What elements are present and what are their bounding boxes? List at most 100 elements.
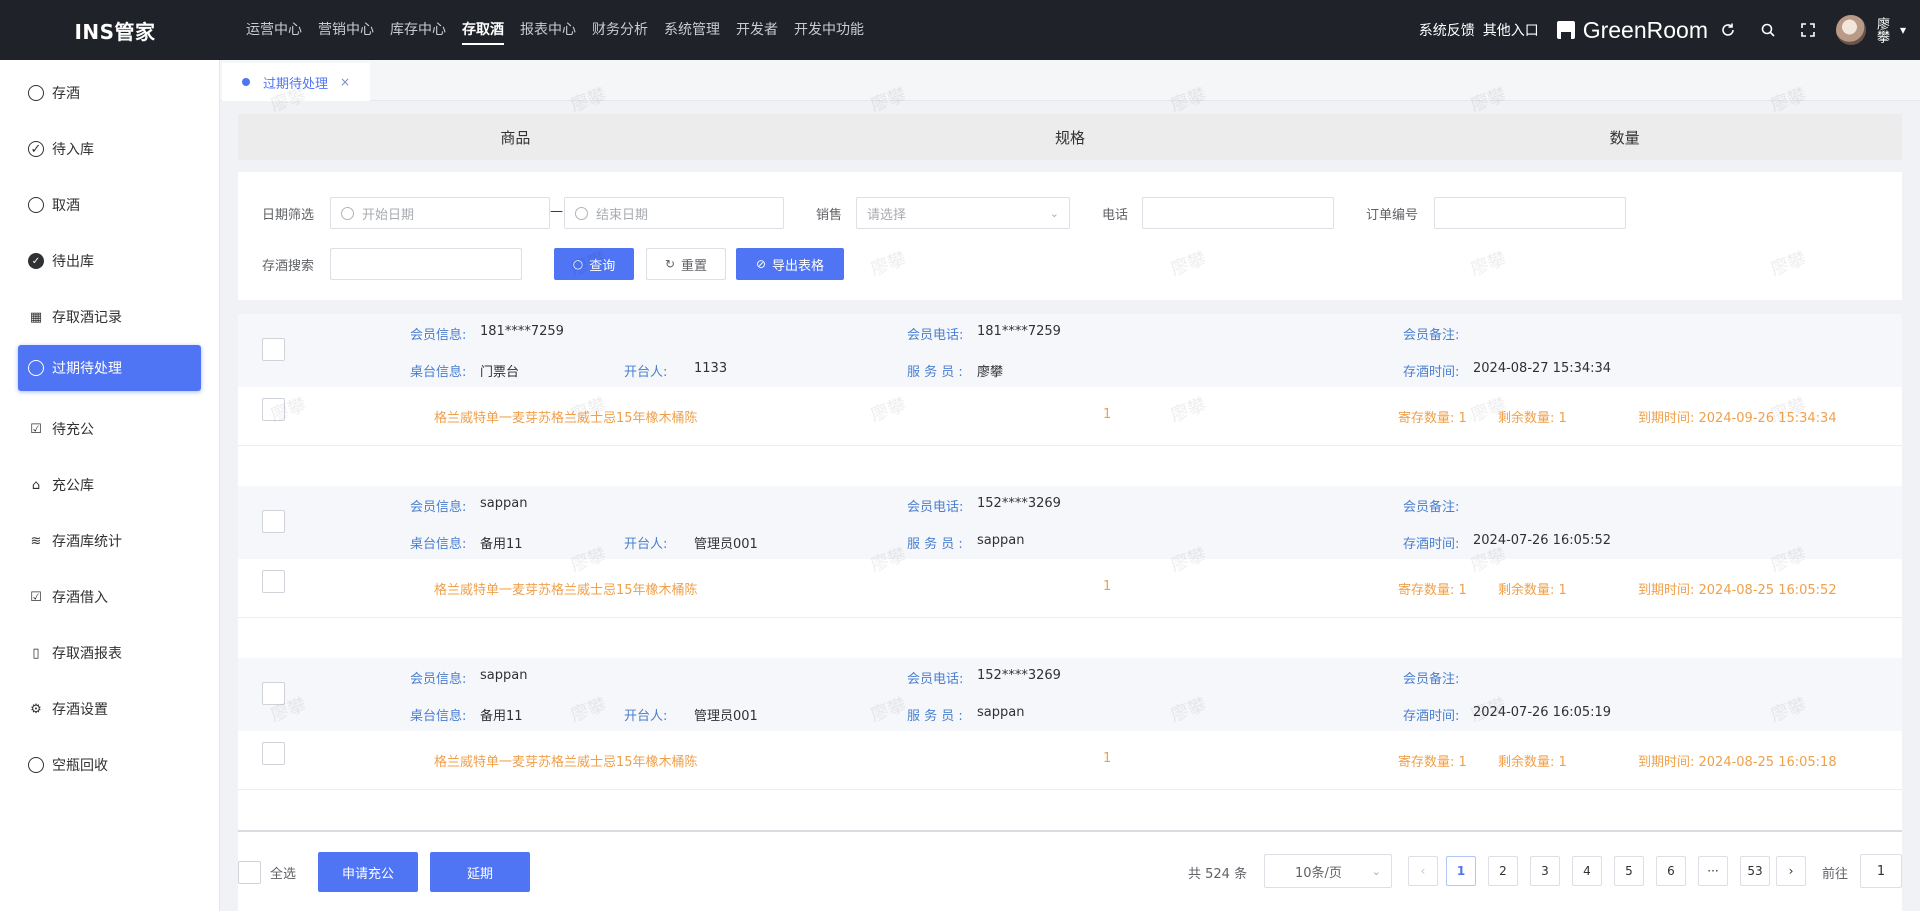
sidebar-item-take-wine[interactable]: 取酒 <box>18 182 201 228</box>
member-note-label: 会员备注: <box>1403 328 1460 343</box>
goto-page-input[interactable]: 1 <box>1860 854 1902 888</box>
sidebar-item-report[interactable]: ▯ 存取酒报表 <box>18 630 201 676</box>
nav-marketing[interactable]: 营销中心 <box>318 15 374 45</box>
product-name: 格兰威特单一麦芽苏格兰威士忌15年橡木桶陈 <box>434 411 698 426</box>
other-entry-link[interactable]: 其他入口 <box>1483 20 1539 40</box>
item-checkbox[interactable] <box>262 570 285 593</box>
expire-time: 到期时间: 2024-09-26 15:34:34 <box>1638 407 1837 426</box>
order-checkbox[interactable] <box>262 338 285 361</box>
expire-time: 到期时间: 2024-08-25 16:05:18 <box>1638 751 1837 770</box>
sidebar: 存酒 ✓ 待入库 取酒 ✓ 待出库 ▦ 存取酒记录 过期待处理 ☑ 待充公 ⌂ … <box>0 60 220 911</box>
sidebar-item-confiscated[interactable]: ⌂ 充公库 <box>18 462 201 508</box>
close-icon[interactable]: × <box>340 75 350 89</box>
table-info-label: 桌台信息: <box>410 365 467 380</box>
nav-developer[interactable]: 开发者 <box>736 15 778 45</box>
nav-dev-features[interactable]: 开发中功能 <box>794 15 864 45</box>
tab-active-dot <box>242 78 250 86</box>
phone-input[interactable] <box>1142 197 1334 229</box>
feedback-link[interactable]: 系统反馈 <box>1419 20 1475 40</box>
prev-page-button[interactable]: ‹ <box>1408 856 1438 886</box>
calendar-icon: ▦ <box>29 309 43 325</box>
column-header: 商品 规格 数量 <box>238 114 1902 160</box>
store-quantity: 寄存数量: 1 <box>1398 407 1467 426</box>
start-date-input[interactable]: 开始日期 <box>330 197 550 229</box>
search-icon[interactable] <box>1748 0 1788 60</box>
chevron-down-icon[interactable]: ▾ <box>1900 23 1916 37</box>
item-checkbox[interactable] <box>262 398 285 421</box>
sidebar-item-bottle-recycle[interactable]: 空瓶回收 <box>18 742 201 788</box>
sidebar-item-label: 过期待处理 <box>52 361 122 377</box>
remain-quantity-value: 1 <box>1558 583 1567 598</box>
sidebar-item-settings[interactable]: ⚙ 存酒设置 <box>18 686 201 732</box>
sidebar-item-store-wine[interactable]: 存酒 <box>18 70 201 116</box>
clipboard-check-icon: ☑ <box>30 421 42 437</box>
reset-button[interactable]: ↻ 重置 <box>646 248 726 280</box>
refresh-icon[interactable] <box>1708 0 1748 60</box>
page-53[interactable]: 53 <box>1740 856 1770 886</box>
member-info-label: 会员信息: <box>410 328 467 343</box>
store-switcher[interactable]: GreenRoom <box>1556 16 1708 44</box>
query-button[interactable]: ○ 查询 <box>554 248 634 280</box>
nav-inventory[interactable]: 库存中心 <box>390 15 446 45</box>
tab-expired[interactable]: 过期待处理 × <box>222 63 370 101</box>
page-2[interactable]: 2 <box>1488 856 1518 886</box>
table-info-value: 备用11 <box>480 709 523 724</box>
top-right-actions: 系统反馈 其他入口 GreenRoom 廖攀 ▾ <box>1419 0 1920 60</box>
sidebar-item-statistics[interactable]: ≋ 存酒库统计 <box>18 518 201 564</box>
page-1[interactable]: 1 <box>1446 856 1476 886</box>
order-number-input[interactable] <box>1434 197 1626 229</box>
opener-label: 开台人: <box>624 709 668 724</box>
member-info-label: 会员信息: <box>410 500 467 515</box>
sidebar-item-label: 待充公 <box>52 422 94 438</box>
nav-reports[interactable]: 报表中心 <box>520 15 576 45</box>
sidebar-item-pending-confiscate[interactable]: ☑ 待充公 <box>18 406 201 452</box>
page-5[interactable]: 5 <box>1614 856 1644 886</box>
extend-button[interactable]: 延期 <box>430 852 530 892</box>
page-4[interactable]: 4 <box>1572 856 1602 886</box>
sales-select[interactable]: 请选择 ⌄ <box>856 197 1070 229</box>
opener-label: 开台人: <box>624 365 668 380</box>
table-info-label: 桌台信息: <box>410 537 467 552</box>
home-icon: ⌂ <box>31 477 41 493</box>
sidebar-item-label: 待出库 <box>52 254 94 270</box>
order-checkbox[interactable] <box>262 682 285 705</box>
item-checkbox[interactable] <box>262 742 285 765</box>
nav-wine-storage[interactable]: 存取酒 <box>462 15 504 45</box>
sidebar-item-label: 存酒借入 <box>52 590 108 606</box>
end-date-input[interactable]: 结束日期 <box>564 197 784 229</box>
nav-system[interactable]: 系统管理 <box>664 15 720 45</box>
avatar[interactable] <box>1836 15 1866 45</box>
page-size-select[interactable]: 10条/页 ⌄ <box>1264 854 1392 888</box>
waiter-label: 服 务 员 : <box>907 709 963 724</box>
sidebar-item-expired[interactable]: 过期待处理 <box>18 345 201 391</box>
filter-panel: 日期筛选 开始日期 — 结束日期 销售 请选择 ⌄ 电话 订单编号 存酒搜索 ○… <box>238 172 1902 300</box>
page-6[interactable]: 6 <box>1656 856 1686 886</box>
store-name: GreenRoom <box>1582 16 1708 43</box>
member-info-label: 会员信息: <box>410 672 467 687</box>
select-all-checkbox[interactable] <box>238 861 261 884</box>
sidebar-item-records[interactable]: ▦ 存取酒记录 <box>18 294 201 340</box>
clock-icon <box>341 206 354 220</box>
nav-operations[interactable]: 运营中心 <box>246 15 302 45</box>
user-name[interactable]: 廖攀 <box>1874 17 1889 43</box>
wine-search-input[interactable] <box>330 248 522 280</box>
store-time-label: 存酒时间: <box>1403 709 1460 724</box>
fullscreen-icon[interactable] <box>1788 0 1828 60</box>
order-checkbox[interactable] <box>262 510 285 533</box>
reset-button-label: 重置 <box>681 258 708 274</box>
sidebar-item-label: 存酒库统计 <box>52 534 122 550</box>
next-page-button[interactable]: › <box>1776 856 1806 886</box>
member-phone-label: 会员电话: <box>907 500 964 515</box>
list-item: 会员信息: sappan 会员电话: 152****3269 会员备注: 桌台信… <box>238 658 1902 830</box>
wine-search-label: 存酒搜索 <box>262 259 315 274</box>
export-button[interactable]: ⊘ 导出表格 <box>736 248 844 280</box>
sidebar-item-pending-out[interactable]: ✓ 待出库 <box>18 238 201 284</box>
nav-finance[interactable]: 财务分析 <box>592 15 648 45</box>
remain-quantity-label: 剩余数量: <box>1498 583 1559 598</box>
page-ellipsis[interactable]: ··· <box>1698 856 1728 886</box>
store-time-value: 2024-07-26 16:05:19 <box>1473 705 1612 720</box>
sidebar-item-pending-in[interactable]: ✓ 待入库 <box>18 126 201 172</box>
page-3[interactable]: 3 <box>1530 856 1560 886</box>
apply-confiscate-button[interactable]: 申请充公 <box>318 852 418 892</box>
sidebar-item-borrow[interactable]: ☑ 存酒借入 <box>18 574 201 620</box>
